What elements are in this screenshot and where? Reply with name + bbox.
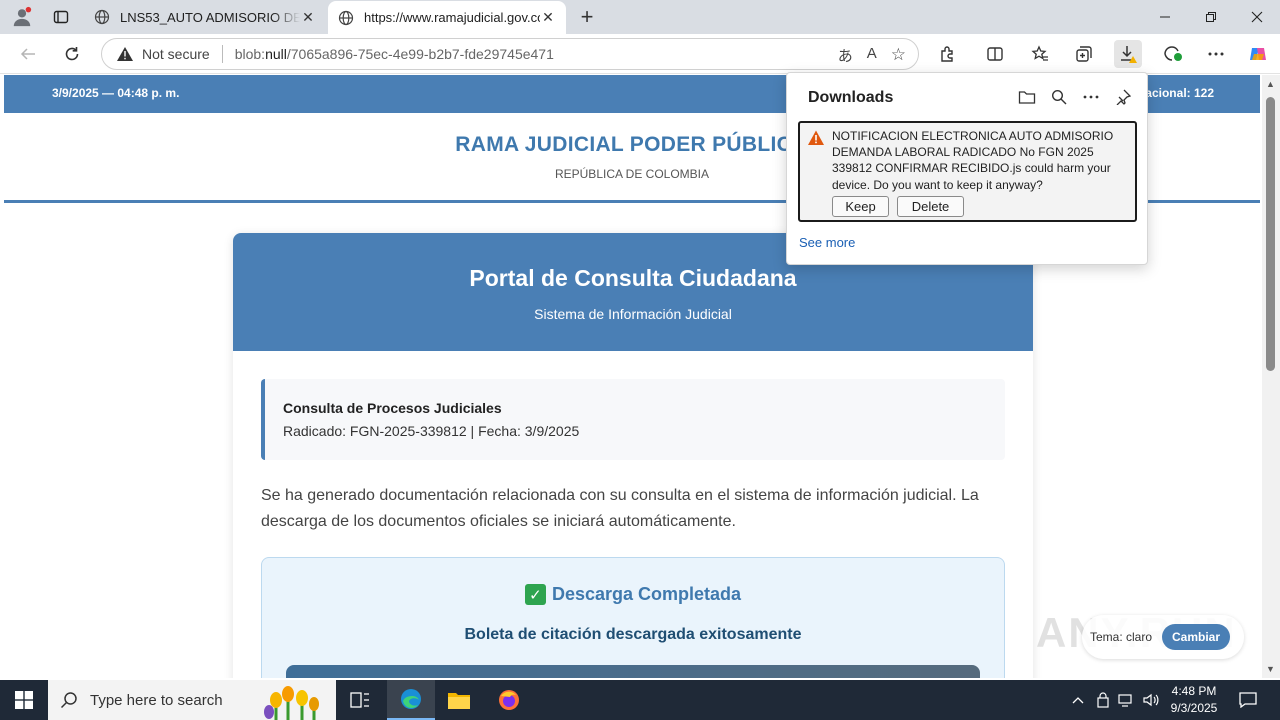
scroll-up-icon[interactable]: ▲ [1266,79,1275,89]
taskbar-search-box[interactable]: Type here to search [48,680,336,720]
close-tab-icon[interactable]: ✕ [540,9,556,26]
notification-icon[interactable] [1234,680,1262,720]
back-arrow-icon[interactable] [14,40,42,68]
downloads-icon[interactable] [1114,40,1142,68]
translate-icon[interactable]: あ [838,45,853,66]
tab-title: https://www.ramajudicial.gov.co/ [364,10,540,25]
address-bar[interactable]: Not secure blob:null/7065a896-75ec-4e99-… [101,38,919,70]
system-clock[interactable]: 4:48 PM 9/3/2025 [1162,683,1226,717]
tab-strip: LNS53_AUTO ADMISORIO DEMAN ✕ https://www… [0,0,1280,34]
tab-ramajudicial[interactable]: https://www.ramajudicial.gov.co/ ✕ [328,1,566,34]
security-tray-icon[interactable] [1093,680,1113,720]
network-icon[interactable] [1116,680,1136,720]
extensions-icon[interactable] [933,40,961,68]
tab-auto-admisorio[interactable]: LNS53_AUTO ADMISORIO DEMAN ✕ [84,0,326,34]
favorites-icon[interactable] [1026,40,1054,68]
browser-essentials-icon[interactable] [1159,40,1187,68]
search-icon[interactable] [1049,87,1069,107]
more-options-icon[interactable] [1202,40,1230,68]
file-explorer-icon[interactable] [435,680,483,720]
description-text: Se ha generado documentación relacionada… [261,487,979,530]
page-scrollbar[interactable]: ▲ ▼ [1262,75,1280,678]
open-folder-icon[interactable] [1017,87,1037,107]
topbar-datetime: 3/9/2025 — 04:48 p. m. [52,86,180,100]
close-tab-icon[interactable]: ✕ [300,9,316,25]
info-detail: Radicado: FGN-2025-339812 | Fecha: 3/9/2… [283,423,580,439]
chevron-up-icon[interactable] [1068,680,1088,720]
firefox-icon[interactable] [485,680,533,720]
pin-icon[interactable] [1113,87,1133,107]
globe-icon [94,9,110,25]
consulta-card: Portal de Consulta Ciudadana Sistema de … [233,233,1033,678]
search-icon [60,691,80,709]
url-host: null [265,46,287,62]
download-file-bar[interactable] [286,665,980,678]
clock-date: 9/3/2025 [1170,701,1218,715]
theme-toggle: Tema: claro Cambiar [1082,615,1244,659]
address-separator [221,45,223,63]
refresh-icon[interactable] [58,40,86,68]
url-scheme: blob: [234,46,266,62]
volume-icon[interactable] [1140,680,1162,720]
profile-avatar-icon[interactable] [8,4,36,30]
download-subtitle: Boleta de citación descargada exitosamen… [464,626,802,643]
download-heading-text: Descarga Completada [551,584,742,604]
browser-toolbar: Not secure blob:null/7065a896-75ec-4e99-… [0,34,1280,74]
restore-icon[interactable] [1188,0,1234,34]
split-screen-icon[interactable] [981,40,1009,68]
topbar-national: acional: 122 [1145,86,1214,100]
task-view-icon[interactable] [336,680,384,720]
theme-label: Tema: claro [1090,630,1153,644]
url-text[interactable]: blob:null/7065a896-75ec-4e99-b2b7-fde297… [235,46,554,62]
taskbar: Type here to search 4:48 PM 9/3/2025 [0,680,1280,720]
read-aloud-icon[interactable]: A [867,45,877,66]
copilot-icon[interactable] [1244,40,1272,68]
warning-triangle-icon [808,130,824,145]
tab-actions-icon[interactable] [48,5,74,29]
download-warning-item: NOTIFICACION ELECTRONICA AUTO ADMISORIO … [798,121,1137,222]
see-more-link[interactable]: See more [799,235,855,250]
card-subtitle: Sistema de Información Judicial [534,306,732,322]
keep-button[interactable]: Keep [832,196,889,217]
new-tab-button[interactable]: + [574,4,600,30]
tulips-decoration-icon [262,682,326,720]
download-complete-box: ✓ Descarga Completada Boleta de citación… [261,557,1005,678]
url-path: /7065a896-75ec-4e99-b2b7-fde29745e471 [286,46,554,62]
check-mark-icon: ✓ [524,584,546,605]
scroll-down-icon[interactable]: ▼ [1266,664,1275,674]
change-theme-button[interactable]: Cambiar [1162,624,1230,650]
security-label[interactable]: Not secure [142,46,210,62]
globe-icon [338,10,354,26]
downloads-panel: Downloads NOTIFICACION ELECTRONICA AUTO … [786,72,1148,265]
collections-icon[interactable] [1070,40,1098,68]
clock-time: 4:48 PM [1171,684,1217,698]
minimize-icon[interactable] [1142,0,1188,34]
download-warning-message: NOTIFICACION ELECTRONICA AUTO ADMISORIO … [832,129,1114,192]
more-options-icon[interactable] [1081,87,1101,107]
search-placeholder: Type here to search [90,691,223,709]
favorite-star-icon[interactable]: ☆ [891,45,906,66]
warning-triangle-icon[interactable] [116,46,134,62]
info-box: Consulta de Procesos Judiciales Radicado… [261,379,1005,460]
windows-start-icon[interactable] [0,680,48,720]
download-heading: ✓ Descarga Completada [262,584,1004,605]
delete-button[interactable]: Delete [897,196,964,217]
downloads-title: Downloads [808,89,894,106]
edge-browser-icon[interactable] [387,680,435,720]
tab-title: LNS53_AUTO ADMISORIO DEMAN [120,9,300,25]
close-window-icon[interactable] [1234,0,1280,34]
scroll-thumb[interactable] [1266,97,1275,371]
info-title: Consulta de Procesos Judiciales [283,400,502,416]
